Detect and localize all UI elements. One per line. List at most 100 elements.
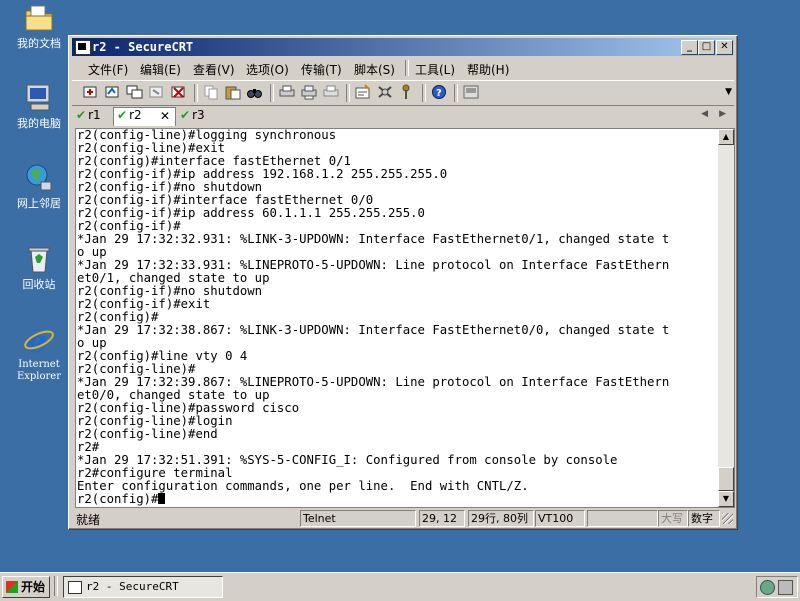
close-button[interactable]: ✕ [716, 40, 733, 55]
print-selection-icon[interactable] [300, 84, 318, 100]
connected-check-icon: ✔ [117, 108, 128, 122]
desktop-icon-label: Explorer [16, 371, 62, 382]
paste-icon[interactable] [224, 84, 242, 100]
menu-view[interactable]: 查看(V) [193, 61, 235, 78]
terminal-line: *Jan 29 17:32:33.931: %LINEPROTO-5-UPDOW… [77, 259, 670, 272]
terminal-line: r2(config)#interface fastEthernet 0/1 [77, 155, 351, 168]
terminal-line: r2(config-line)#logging synchronous [77, 129, 337, 142]
desktop-icon-label: Internet [18, 359, 60, 370]
find-icon[interactable] [246, 84, 264, 100]
scroll-thumb[interactable] [718, 467, 734, 491]
svg-text:?: ? [436, 88, 442, 99]
tray-volume-icon[interactable] [778, 580, 793, 595]
menu-options[interactable]: 选项(O) [246, 61, 289, 78]
taskbar: 开始 r2 - SecureCRT [0, 572, 800, 601]
desktop-icon-label: 回收站 [22, 278, 56, 291]
menu-help[interactable]: 帮助(H) [467, 61, 509, 78]
help-icon[interactable]: ? [430, 84, 448, 100]
tab-scroll-right-icon[interactable]: ▶ [719, 109, 726, 119]
terminal-line: r2(config-if)#ip address 192.168.1.2 255… [77, 168, 448, 181]
status-ready: 就绪 [76, 513, 101, 527]
terminal-line: et0/0, changed state to up [77, 389, 270, 402]
status-terminal-type: VT100 [535, 510, 585, 527]
terminal-line: o up [77, 246, 107, 259]
terminal-line: r2(config-if)#interface fastEthernet 0/0 [77, 194, 374, 207]
desktop-icon-recycle-bin[interactable]: 回收站 [8, 243, 70, 291]
toolbar: ? ▼ [72, 80, 734, 106]
tray-network-icon[interactable] [760, 580, 775, 595]
taskbar-securecrt-button[interactable]: r2 - SecureCRT [63, 576, 223, 598]
terminal-line: r2(config)#line vty 0 4 [77, 350, 248, 363]
connect-in-tab-icon[interactable] [126, 84, 144, 100]
key-icon[interactable] [398, 84, 416, 100]
desktop-icon-network[interactable]: 网上邻居 [8, 162, 70, 210]
print-setup-icon[interactable] [322, 84, 340, 100]
terminal-line: r2(config-if)#ip address 60.1.1.1 255.25… [77, 207, 425, 220]
terminal-line: o up [77, 337, 107, 350]
terminal-line: r2(config)# [77, 311, 159, 324]
tab-r3[interactable]: ✔ r3 [180, 108, 205, 125]
terminal-line: r2(config-if)#no shutdown [77, 285, 263, 298]
toolbar-separator [194, 84, 198, 102]
start-button[interactable]: 开始 [2, 576, 50, 598]
status-caps: 大写 [658, 510, 688, 527]
scroll-down-icon[interactable]: ▼ [718, 491, 734, 507]
session-tabs: ✔ r1 ✔ r2 ✕ ✔ r3 ◀ ▶ [72, 106, 734, 126]
menu-bar: 文件(F) 编辑(E) 查看(V) 选项(O) 传输(T) 脚本(S) 工具(L… [72, 58, 734, 78]
resize-grip-icon[interactable] [722, 513, 733, 524]
terminal-line: r2(config)# [76, 493, 719, 506]
connect-icon[interactable] [82, 84, 100, 100]
tab-close-icon[interactable]: ✕ [160, 109, 170, 123]
global-options-icon[interactable] [376, 84, 394, 100]
svg-text:e: e [27, 324, 47, 356]
toolbar-separator [454, 84, 458, 102]
title-bar[interactable]: r2 - SecureCRT _ □ ✕ [72, 38, 734, 56]
quick-connect-icon[interactable] [104, 84, 122, 100]
terminal-line: *Jan 29 17:32:32.931: %LINK-3-UPDOWN: In… [77, 233, 670, 246]
print-icon[interactable] [278, 84, 296, 100]
toolbar-overflow-icon[interactable]: ▼ [725, 87, 732, 97]
status-blank [587, 510, 658, 527]
connected-check-icon: ✔ [76, 108, 87, 122]
securecrt-app-icon [75, 40, 91, 55]
minimize-button[interactable]: _ [681, 40, 698, 55]
desktop-icon-internet-explorer[interactable]: e Internet Explorer [8, 322, 70, 383]
vertical-scrollbar[interactable]: ▲ ▼ [718, 128, 735, 508]
terminal-line: *Jan 29 17:32:38.867: %LINK-3-UPDOWN: In… [77, 324, 670, 337]
terminal-line: r2(config-if)#no shutdown [77, 181, 263, 194]
window-title: r2 - SecureCRT [92, 40, 194, 54]
tab-scroll-left-icon[interactable]: ◀ [701, 109, 708, 119]
status-cursor-position: 29, 12 [419, 510, 465, 527]
status-bar: 就绪 Telnet 29, 12 29行, 80列 VT100 大写 数字 [72, 509, 734, 527]
reconnect-icon[interactable] [148, 84, 166, 100]
tab-label: r3 [192, 108, 205, 122]
terminal-line: r2(config-line)#password cisco [77, 402, 300, 415]
session-options-icon[interactable] [354, 84, 372, 100]
taskbar-task-label: r2 - SecureCRT [86, 580, 179, 593]
tab-r2[interactable]: ✔ r2 ✕ [113, 107, 176, 126]
desktop-icon-label: 我的文档 [17, 37, 61, 50]
securecrt-window: r2 - SecureCRT _ □ ✕ 文件(F) 编辑(E) 查看(V) 选… [68, 35, 738, 530]
menu-transfer[interactable]: 传输(T) [301, 61, 342, 78]
menu-script[interactable]: 脚本(S) [354, 61, 395, 78]
keymap-icon[interactable] [462, 84, 480, 100]
menu-edit[interactable]: 编辑(E) [140, 61, 181, 78]
toolbar-separator [270, 84, 274, 102]
desktop-icon-my-documents[interactable]: 我的文档 [8, 2, 70, 50]
terminal-output[interactable]: r2(config-line)#logging synchronous r2(co… [75, 128, 719, 508]
copy-icon[interactable] [202, 84, 220, 100]
desktop-icon-label: 我的电脑 [17, 117, 61, 130]
desktop-icon-my-computer[interactable]: 我的电脑 [8, 82, 70, 130]
tab-r1[interactable]: ✔ r1 [76, 108, 101, 125]
terminal-line: Enter configuration commands, one per li… [77, 480, 529, 493]
menu-tools[interactable]: 工具(L) [415, 61, 455, 78]
scroll-up-icon[interactable]: ▲ [718, 129, 734, 145]
terminal-line: r2(config-line)#end [77, 428, 218, 441]
status-protocol: Telnet [300, 510, 416, 527]
maximize-button[interactable]: □ [698, 40, 715, 55]
disconnect-icon[interactable] [170, 84, 188, 100]
connected-check-icon: ✔ [180, 108, 191, 122]
menu-file[interactable]: 文件(F) [88, 61, 128, 78]
terminal-line: r2# [77, 441, 100, 454]
terminal-line: r2(config-if)#exit [77, 298, 211, 311]
